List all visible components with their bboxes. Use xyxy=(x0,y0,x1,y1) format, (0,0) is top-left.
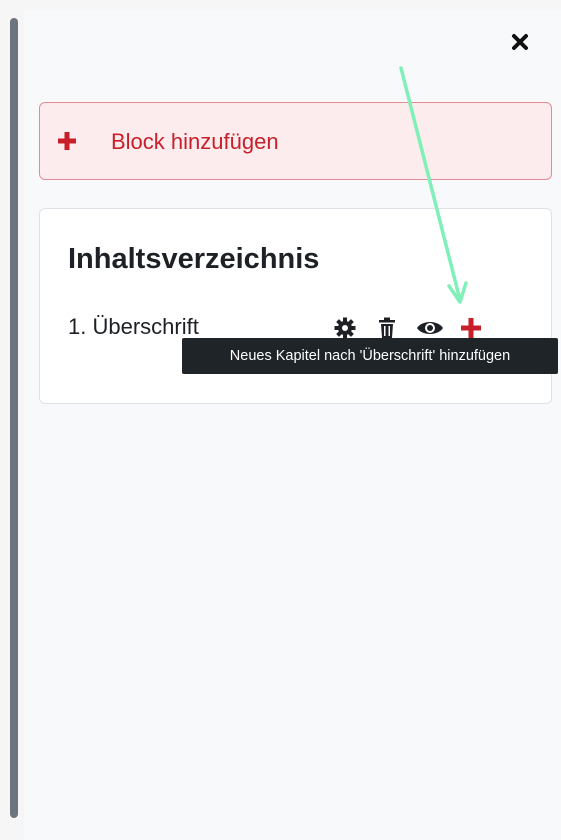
tooltip-text: Neues Kapitel nach 'Überschrift' hinzufü… xyxy=(229,348,511,364)
add-chapter-tooltip: Neues Kapitel nach 'Überschrift' hinzufü… xyxy=(182,338,558,374)
toc-title: Inhaltsverzeichnis xyxy=(68,243,320,275)
chapter-link[interactable]: 1. Überschrift xyxy=(68,314,199,340)
close-drawer-button[interactable] xyxy=(506,28,534,56)
trash-icon[interactable] xyxy=(375,316,399,340)
add-chapter-icon[interactable] xyxy=(459,316,483,340)
gear-icon[interactable] xyxy=(333,316,357,340)
plus-icon xyxy=(58,132,76,150)
add-block-label: Block hinzufügen xyxy=(111,129,279,154)
drawer-scrollbar[interactable] xyxy=(10,18,18,818)
close-icon xyxy=(512,34,528,50)
eye-icon[interactable] xyxy=(416,316,444,340)
toc-card xyxy=(39,208,552,404)
